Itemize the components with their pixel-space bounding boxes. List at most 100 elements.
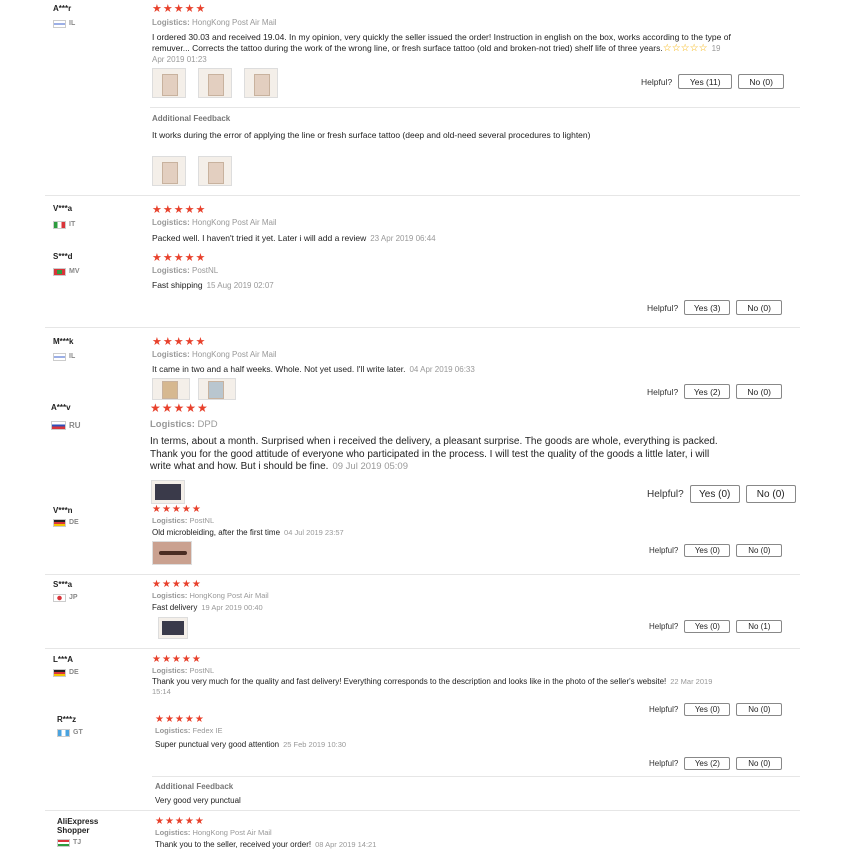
helpful-no-button[interactable]: No (0) xyxy=(736,544,783,557)
divider xyxy=(45,648,800,649)
reviewer-name: V***a xyxy=(53,204,73,213)
star-rating: ★★★★★ xyxy=(155,816,205,827)
review-photo[interactable] xyxy=(152,68,186,98)
flag-icon xyxy=(57,838,70,847)
review-photo[interactable] xyxy=(198,378,236,400)
flag-icon xyxy=(53,267,66,276)
helpful-controls: Helpful? Yes (0) No (0) xyxy=(649,544,783,557)
helpful-label: Helpful? xyxy=(647,302,679,313)
additional-feedback-text: It works during the error of applying th… xyxy=(152,130,591,140)
divider xyxy=(45,195,800,196)
helpful-yes-button[interactable]: Yes (0) xyxy=(684,544,731,557)
divider xyxy=(150,107,800,108)
star-emoji-icon: ☆☆☆☆☆ xyxy=(662,43,708,54)
helpful-label: Helpful? xyxy=(649,622,679,631)
review-photo[interactable] xyxy=(152,156,186,186)
review-photo[interactable] xyxy=(198,68,232,98)
flag-icon xyxy=(53,593,66,602)
divider xyxy=(152,776,800,777)
review-photo[interactable] xyxy=(151,480,185,504)
review-photo[interactable] xyxy=(152,378,190,400)
reviewer-country: IL xyxy=(53,352,75,361)
reviewer-country: DE xyxy=(53,668,79,677)
helpful-label: Helpful? xyxy=(647,386,679,397)
review-text: Packed well. I haven't tried it yet. Lat… xyxy=(152,233,436,243)
review-photo[interactable] xyxy=(198,156,232,186)
helpful-no-button[interactable]: No (0) xyxy=(736,300,783,315)
flag-icon xyxy=(53,518,66,527)
helpful-yes-button[interactable]: Yes (2) xyxy=(684,384,731,399)
reviewer-country: JP xyxy=(53,593,78,602)
helpful-controls: Helpful? Yes (0) No (1) xyxy=(649,620,783,633)
reviewer-name: S***d xyxy=(53,252,73,261)
logistics-info: Logistics: HongKong Post Air Mail xyxy=(152,18,277,27)
helpful-yes-button[interactable]: Yes (0) xyxy=(689,485,740,503)
divider xyxy=(45,574,800,575)
additional-feedback-label: Additional Feedback xyxy=(155,782,234,791)
helpful-controls: Helpful? Yes (2) No (0) xyxy=(649,757,783,770)
reviewer-name: S***a xyxy=(53,580,73,589)
review-text: I ordered 30.03 and received 19.04. In m… xyxy=(152,32,731,64)
review-text: Fast delivery 19 Apr 2019 00:40 xyxy=(152,603,263,612)
helpful-no-button[interactable]: No (0) xyxy=(736,703,783,716)
reviewer-country: MV xyxy=(53,267,80,276)
helpful-yes-button[interactable]: Yes (0) xyxy=(684,620,731,633)
reviewer-name: A***v xyxy=(51,403,71,412)
helpful-yes-button[interactable]: Yes (3) xyxy=(684,300,731,315)
flag-icon xyxy=(51,421,66,430)
star-rating: ★★★★★ xyxy=(152,654,202,665)
helpful-yes-button[interactable]: Yes (2) xyxy=(684,757,731,770)
review-photo[interactable] xyxy=(244,68,278,98)
review-text: Thank you very much for the quality and … xyxy=(152,677,713,696)
helpful-controls: Helpful? Yes (3) No (0) xyxy=(647,300,783,315)
logistics-info: Logistics: HongKong Post Air Mail xyxy=(152,218,277,227)
additional-feedback-label: Additional Feedback xyxy=(152,114,231,123)
helpful-no-button[interactable]: No (1) xyxy=(736,620,783,633)
reviewer-name: R***z xyxy=(57,715,77,724)
flag-icon xyxy=(53,19,66,28)
helpful-no-button[interactable]: No (0) xyxy=(738,74,785,89)
reviewer-country: RU xyxy=(51,421,81,430)
helpful-no-button[interactable]: No (0) xyxy=(736,757,783,770)
reviewer-name: A***r xyxy=(53,4,72,13)
reviewer-country: DE xyxy=(53,518,79,527)
review-text: Super punctual very good attention 25 Feb… xyxy=(155,740,347,749)
review-photo[interactable] xyxy=(152,541,192,565)
helpful-controls: Helpful? Yes (0) No (0) xyxy=(647,485,796,503)
helpful-label: Helpful? xyxy=(649,705,679,714)
review-text: In terms, about a month. Surprised when … xyxy=(150,436,718,472)
additional-feedback-text: Very good very punctual xyxy=(155,796,241,805)
helpful-yes-button[interactable]: Yes (0) xyxy=(684,703,731,716)
helpful-no-button[interactable]: No (0) xyxy=(745,485,796,503)
review-text: Fast shipping 15 Aug 2019 02:07 xyxy=(152,280,274,290)
review-photo[interactable] xyxy=(158,617,188,639)
flag-icon xyxy=(53,220,66,229)
helpful-label: Helpful? xyxy=(641,76,673,87)
reviewer-country: IT xyxy=(53,220,75,229)
review-text: It came in two and a half weeks. Whole. … xyxy=(152,364,475,374)
logistics-info: Logistics: PostNL xyxy=(152,516,215,525)
review-text: Thank you to the seller, received your o… xyxy=(155,840,377,849)
logistics-info: Logistics: HongKong Post Air Mail xyxy=(155,828,272,837)
helpful-label: Helpful? xyxy=(647,488,684,500)
helpful-label: Helpful? xyxy=(649,759,679,768)
star-rating: ★★★★★ xyxy=(150,401,209,415)
helpful-controls: Helpful? Yes (0) No (0) xyxy=(649,703,783,716)
divider xyxy=(45,810,800,811)
helpful-yes-button[interactable]: Yes (11) xyxy=(678,74,733,89)
star-rating: ★★★★★ xyxy=(152,3,207,15)
logistics-info: Logistics: HongKong Post Air Mail xyxy=(152,350,277,359)
star-rating: ★★★★★ xyxy=(152,204,207,216)
star-rating: ★★★★★ xyxy=(152,252,207,264)
helpful-label: Helpful? xyxy=(649,546,679,555)
reviewer-name: M***k xyxy=(53,337,74,346)
reviewer-country: GT xyxy=(57,728,83,737)
reviewer-name: AliExpress Shopper xyxy=(57,817,99,835)
helpful-no-button[interactable]: No (0) xyxy=(736,384,783,399)
logistics-info: Logistics: DPD xyxy=(150,419,218,430)
reviewer-name: L***A xyxy=(53,655,74,664)
review-text: Old microbleiding, after the first time 0… xyxy=(152,528,344,537)
helpful-controls: Helpful? Yes (11) No (0) xyxy=(641,74,785,89)
star-rating: ★★★★★ xyxy=(155,714,205,725)
star-rating: ★★★★★ xyxy=(152,336,207,348)
